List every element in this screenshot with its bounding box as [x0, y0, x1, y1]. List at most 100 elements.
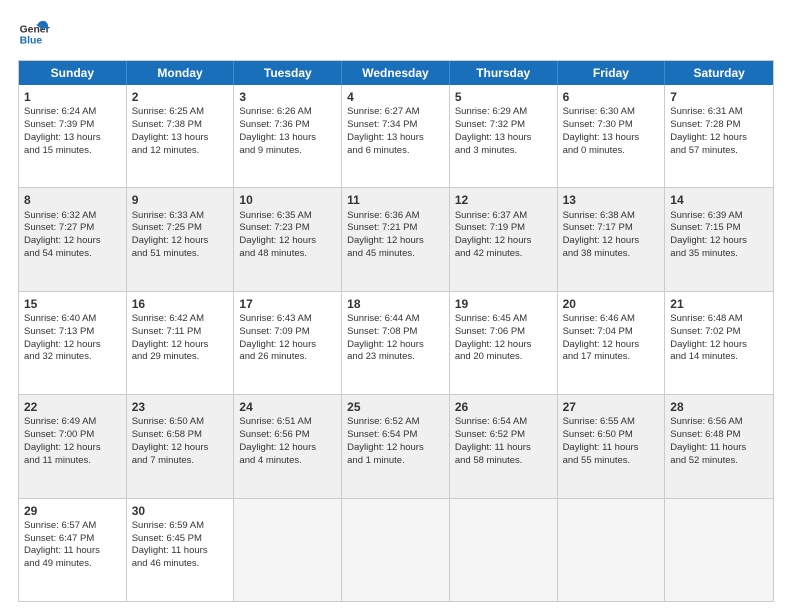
day-info-line-3: and 35 minutes. — [670, 248, 768, 261]
day-info-line-1: Sunset: 7:08 PM — [347, 326, 444, 339]
day-info-line-2: Daylight: 12 hours — [670, 235, 768, 248]
day-info-line-0: Sunrise: 6:36 AM — [347, 210, 444, 223]
day-number: 15 — [24, 296, 121, 312]
day-number: 12 — [455, 192, 552, 208]
header-day-monday: Monday — [127, 61, 235, 85]
day-number: 17 — [239, 296, 336, 312]
day-info-line-1: Sunset: 7:30 PM — [563, 119, 660, 132]
day-info-line-3: and 45 minutes. — [347, 248, 444, 261]
calendar-week-1: 1Sunrise: 6:24 AMSunset: 7:39 PMDaylight… — [19, 85, 773, 188]
day-info-line-1: Sunset: 6:45 PM — [132, 533, 229, 546]
day-info-line-0: Sunrise: 6:44 AM — [347, 313, 444, 326]
day-info-line-1: Sunset: 6:50 PM — [563, 429, 660, 442]
day-number: 24 — [239, 399, 336, 415]
day-number: 18 — [347, 296, 444, 312]
day-info-line-2: Daylight: 12 hours — [24, 442, 121, 455]
day-info-line-2: Daylight: 11 hours — [132, 545, 229, 558]
day-info-line-0: Sunrise: 6:25 AM — [132, 106, 229, 119]
day-info-line-2: Daylight: 13 hours — [347, 132, 444, 145]
page: General Blue SundayMondayTuesdayWednesda… — [0, 0, 792, 612]
empty-cell — [342, 499, 450, 601]
day-number: 10 — [239, 192, 336, 208]
day-info-line-3: and 9 minutes. — [239, 145, 336, 158]
day-info-line-1: Sunset: 7:28 PM — [670, 119, 768, 132]
day-info-line-1: Sunset: 7:11 PM — [132, 326, 229, 339]
day-info-line-3: and 20 minutes. — [455, 351, 552, 364]
day-info-line-0: Sunrise: 6:57 AM — [24, 520, 121, 533]
day-info-line-0: Sunrise: 6:49 AM — [24, 416, 121, 429]
day-number: 16 — [132, 296, 229, 312]
day-info-line-3: and 4 minutes. — [239, 455, 336, 468]
day-info-line-3: and 15 minutes. — [24, 145, 121, 158]
day-info-line-1: Sunset: 6:56 PM — [239, 429, 336, 442]
day-cell-30: 30Sunrise: 6:59 AMSunset: 6:45 PMDayligh… — [127, 499, 235, 601]
day-info-line-1: Sunset: 7:36 PM — [239, 119, 336, 132]
day-info-line-3: and 51 minutes. — [132, 248, 229, 261]
day-number: 1 — [24, 89, 121, 105]
day-info-line-3: and 26 minutes. — [239, 351, 336, 364]
day-info-line-3: and 3 minutes. — [455, 145, 552, 158]
svg-text:Blue: Blue — [20, 36, 43, 47]
day-cell-12: 12Sunrise: 6:37 AMSunset: 7:19 PMDayligh… — [450, 188, 558, 290]
day-info-line-2: Daylight: 12 hours — [24, 339, 121, 352]
day-info-line-2: Daylight: 12 hours — [670, 132, 768, 145]
day-number: 8 — [24, 192, 121, 208]
day-info-line-1: Sunset: 7:27 PM — [24, 222, 121, 235]
day-cell-22: 22Sunrise: 6:49 AMSunset: 7:00 PMDayligh… — [19, 395, 127, 497]
header-day-wednesday: Wednesday — [342, 61, 450, 85]
day-info-line-0: Sunrise: 6:54 AM — [455, 416, 552, 429]
day-number: 3 — [239, 89, 336, 105]
day-number: 22 — [24, 399, 121, 415]
day-info-line-2: Daylight: 12 hours — [455, 339, 552, 352]
day-info-line-3: and 23 minutes. — [347, 351, 444, 364]
day-number: 6 — [563, 89, 660, 105]
day-info-line-2: Daylight: 12 hours — [239, 235, 336, 248]
day-info-line-3: and 54 minutes. — [24, 248, 121, 261]
day-info-line-0: Sunrise: 6:31 AM — [670, 106, 768, 119]
day-info-line-0: Sunrise: 6:24 AM — [24, 106, 121, 119]
header-day-thursday: Thursday — [450, 61, 558, 85]
day-info-line-1: Sunset: 7:38 PM — [132, 119, 229, 132]
day-info-line-2: Daylight: 11 hours — [24, 545, 121, 558]
calendar-week-5: 29Sunrise: 6:57 AMSunset: 6:47 PMDayligh… — [19, 499, 773, 601]
day-cell-20: 20Sunrise: 6:46 AMSunset: 7:04 PMDayligh… — [558, 292, 666, 394]
day-info-line-1: Sunset: 7:21 PM — [347, 222, 444, 235]
day-info-line-2: Daylight: 12 hours — [24, 235, 121, 248]
empty-cell — [665, 499, 773, 601]
day-cell-9: 9Sunrise: 6:33 AMSunset: 7:25 PMDaylight… — [127, 188, 235, 290]
day-info-line-2: Daylight: 12 hours — [132, 442, 229, 455]
day-cell-11: 11Sunrise: 6:36 AMSunset: 7:21 PMDayligh… — [342, 188, 450, 290]
day-number: 9 — [132, 192, 229, 208]
header: General Blue — [18, 18, 774, 50]
day-info-line-2: Daylight: 12 hours — [347, 339, 444, 352]
day-info-line-0: Sunrise: 6:48 AM — [670, 313, 768, 326]
day-info-line-2: Daylight: 11 hours — [563, 442, 660, 455]
day-info-line-1: Sunset: 7:39 PM — [24, 119, 121, 132]
day-cell-4: 4Sunrise: 6:27 AMSunset: 7:34 PMDaylight… — [342, 85, 450, 187]
day-cell-14: 14Sunrise: 6:39 AMSunset: 7:15 PMDayligh… — [665, 188, 773, 290]
day-info-line-0: Sunrise: 6:37 AM — [455, 210, 552, 223]
day-cell-25: 25Sunrise: 6:52 AMSunset: 6:54 PMDayligh… — [342, 395, 450, 497]
day-cell-3: 3Sunrise: 6:26 AMSunset: 7:36 PMDaylight… — [234, 85, 342, 187]
day-cell-21: 21Sunrise: 6:48 AMSunset: 7:02 PMDayligh… — [665, 292, 773, 394]
day-info-line-0: Sunrise: 6:32 AM — [24, 210, 121, 223]
logo: General Blue — [18, 18, 54, 50]
calendar: SundayMondayTuesdayWednesdayThursdayFrid… — [18, 60, 774, 602]
day-info-line-1: Sunset: 7:17 PM — [563, 222, 660, 235]
day-number: 4 — [347, 89, 444, 105]
day-info-line-1: Sunset: 7:13 PM — [24, 326, 121, 339]
day-number: 7 — [670, 89, 768, 105]
day-cell-18: 18Sunrise: 6:44 AMSunset: 7:08 PMDayligh… — [342, 292, 450, 394]
day-cell-6: 6Sunrise: 6:30 AMSunset: 7:30 PMDaylight… — [558, 85, 666, 187]
day-number: 14 — [670, 192, 768, 208]
day-info-line-0: Sunrise: 6:50 AM — [132, 416, 229, 429]
day-info-line-1: Sunset: 6:48 PM — [670, 429, 768, 442]
day-info-line-3: and 7 minutes. — [132, 455, 229, 468]
day-info-line-1: Sunset: 7:34 PM — [347, 119, 444, 132]
day-info-line-3: and 38 minutes. — [563, 248, 660, 261]
day-info-line-2: Daylight: 13 hours — [24, 132, 121, 145]
day-info-line-2: Daylight: 12 hours — [347, 235, 444, 248]
day-number: 25 — [347, 399, 444, 415]
day-number: 23 — [132, 399, 229, 415]
day-info-line-1: Sunset: 7:00 PM — [24, 429, 121, 442]
